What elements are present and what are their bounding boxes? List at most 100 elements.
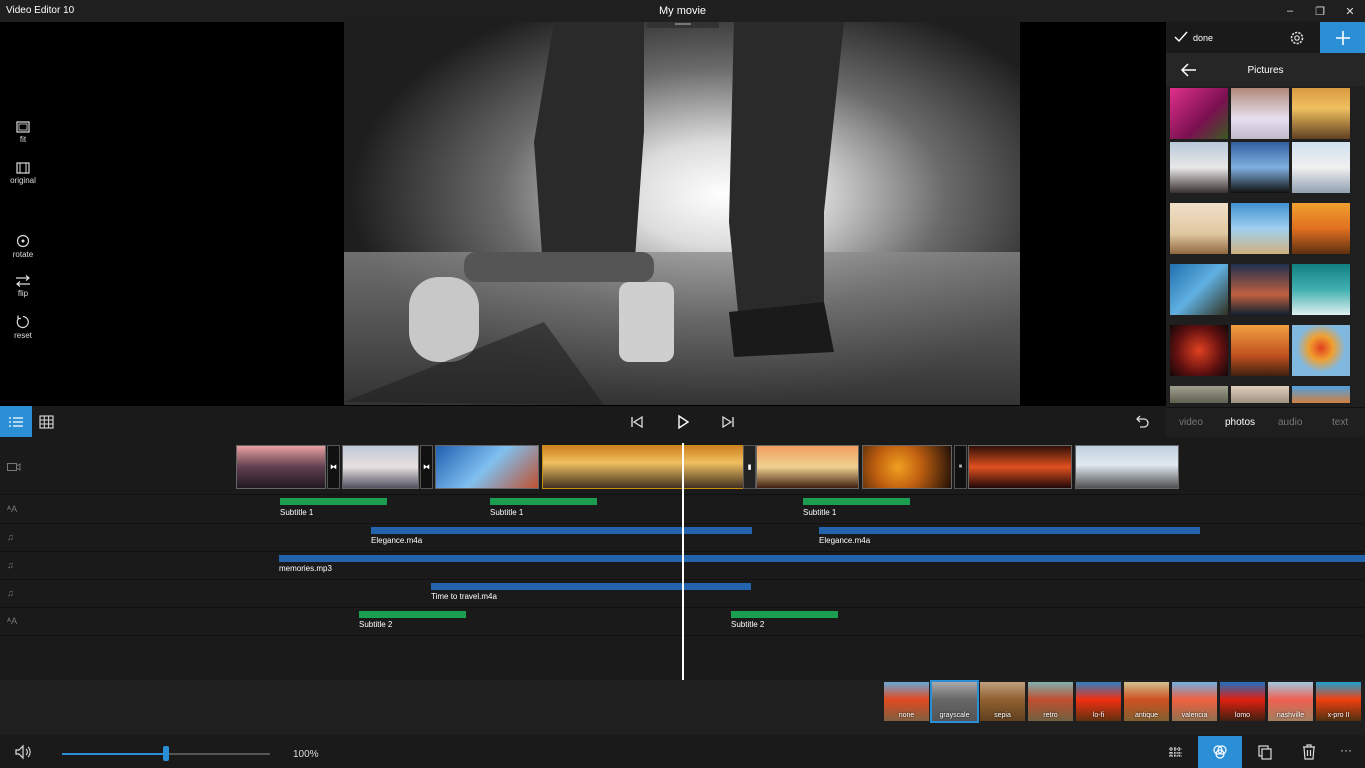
picture-thumbnail[interactable] [1231, 325, 1289, 376]
filter-sepia[interactable]: sepia [980, 682, 1025, 721]
audio-bar[interactable] [371, 527, 752, 534]
text-track-icon: ᴬA [7, 504, 18, 514]
filters-icon [1213, 745, 1227, 759]
grid-icon[interactable] [38, 414, 56, 430]
close-button[interactable]: ✕ [1335, 0, 1365, 22]
fit-icon [16, 121, 30, 133]
subtitle-label: Subtitle 1 [803, 508, 837, 517]
flip-icon [16, 275, 30, 287]
reset-button[interactable]: reset [0, 315, 46, 340]
subtitle-bar[interactable] [359, 611, 466, 618]
filter-antique[interactable]: antique [1124, 682, 1169, 721]
check-icon[interactable] [1174, 31, 1188, 43]
more-options-icon[interactable]: ··· [1340, 743, 1352, 757]
video-clip-selected[interactable] [542, 445, 746, 489]
volume-icon[interactable] [14, 744, 32, 760]
fit-button[interactable]: fit [0, 121, 46, 144]
tab-audio[interactable]: audio [1278, 417, 1302, 428]
picture-thumbnail[interactable] [1231, 203, 1289, 254]
minimize-button[interactable]: – [1275, 0, 1305, 22]
transition-icon[interactable]: ▮ [743, 445, 756, 489]
picture-thumbnail[interactable] [1170, 386, 1228, 403]
transition-icon[interactable]: ⏸ [954, 445, 967, 489]
picture-thumbnail[interactable] [1170, 325, 1228, 376]
picture-thumbnail[interactable] [1292, 325, 1350, 376]
play-icon[interactable] [675, 414, 691, 430]
text-track-icon: ᴬA [7, 616, 18, 626]
audio-bar[interactable] [819, 527, 1200, 534]
picture-thumbnail[interactable] [1292, 203, 1350, 254]
picture-thumbnail[interactable] [1292, 264, 1350, 315]
picture-thumbnail[interactable] [1170, 203, 1228, 254]
plus-icon [1335, 30, 1350, 45]
video-clip[interactable] [435, 445, 539, 489]
flip-button[interactable]: flip [0, 275, 46, 298]
filter-lomo[interactable]: lomo [1220, 682, 1265, 721]
filter-lo-fi[interactable]: lo-fi [1076, 682, 1121, 721]
video-clip[interactable] [342, 445, 419, 489]
subtitle-bar[interactable] [731, 611, 838, 618]
audio-label: memories.mp3 [279, 564, 332, 573]
list-view-button[interactable] [0, 406, 32, 437]
bottom-toolbar [0, 735, 1365, 768]
picture-thumbnail[interactable] [1231, 142, 1289, 193]
skip-back-icon[interactable] [629, 414, 645, 430]
zoom-slider-thumb[interactable] [163, 746, 169, 761]
audio-label: Time to travel.m4a [431, 592, 497, 601]
video-clip[interactable] [1075, 445, 1179, 489]
snap-grid-icon[interactable] [1167, 744, 1185, 760]
tab-text[interactable]: text [1332, 417, 1348, 428]
duplicate-icon[interactable] [1256, 744, 1274, 760]
undo-icon[interactable] [1134, 414, 1150, 430]
movie-title: My movie [658, 5, 707, 17]
picture-thumbnail[interactable] [1170, 264, 1228, 315]
preview-handle[interactable] [647, 22, 719, 28]
filter-nashville[interactable]: nashville [1268, 682, 1313, 721]
video-preview[interactable] [344, 22, 1020, 405]
subtitle-label: Subtitle 2 [731, 620, 765, 629]
subtitle-bar[interactable] [280, 498, 387, 505]
playhead[interactable] [682, 443, 684, 680]
maximize-button[interactable]: ❐ [1305, 0, 1335, 22]
filter-valencia[interactable]: valencia [1172, 682, 1217, 721]
video-clip[interactable] [236, 445, 326, 489]
add-media-button[interactable] [1320, 22, 1365, 53]
audio-label: Elegance.m4a [819, 536, 871, 545]
video-clip[interactable] [756, 445, 859, 489]
filter-x-pro-ii[interactable]: x-pro II [1316, 682, 1361, 721]
picture-thumbnail[interactable] [1292, 386, 1350, 403]
picture-thumbnail[interactable] [1292, 142, 1350, 193]
trash-icon[interactable] [1300, 744, 1318, 760]
tab-video[interactable]: video [1179, 417, 1203, 428]
picture-thumbnail[interactable] [1292, 88, 1350, 139]
picture-thumbnail[interactable] [1231, 88, 1289, 139]
subtitle-label: Subtitle 2 [359, 620, 393, 629]
original-button[interactable]: original [0, 162, 46, 185]
music-track-icon: ♫ [7, 588, 14, 598]
playback-controls-bar [0, 406, 1166, 437]
video-clip[interactable] [968, 445, 1072, 489]
audio-bar[interactable] [431, 583, 751, 590]
done-button[interactable]: done [1193, 33, 1213, 43]
picture-thumbnail[interactable] [1231, 386, 1289, 403]
filter-none[interactable]: none [884, 682, 929, 721]
picture-thumbnail[interactable] [1231, 264, 1289, 315]
filter-retro[interactable]: retro [1028, 682, 1073, 721]
picture-thumbnail[interactable] [1170, 142, 1228, 193]
video-clip[interactable] [862, 445, 952, 489]
filters-button[interactable] [1198, 736, 1242, 768]
pictures-title: Pictures [1247, 65, 1284, 76]
subtitle-bar[interactable] [490, 498, 597, 505]
skip-forward-icon[interactable] [720, 414, 736, 430]
gear-icon[interactable] [1287, 29, 1307, 47]
rotate-button[interactable]: rotate [0, 234, 46, 259]
audio-bar[interactable] [279, 555, 1365, 562]
reset-label: reset [14, 331, 32, 340]
transition-icon[interactable]: ⧓ [327, 445, 340, 489]
picture-thumbnail[interactable] [1170, 88, 1228, 139]
tab-photos[interactable]: photos [1225, 417, 1255, 428]
music-track-icon: ♫ [7, 560, 14, 570]
transition-icon[interactable]: ⧓ [420, 445, 433, 489]
filter-grayscale[interactable]: grayscale [930, 680, 979, 723]
subtitle-bar[interactable] [803, 498, 910, 505]
